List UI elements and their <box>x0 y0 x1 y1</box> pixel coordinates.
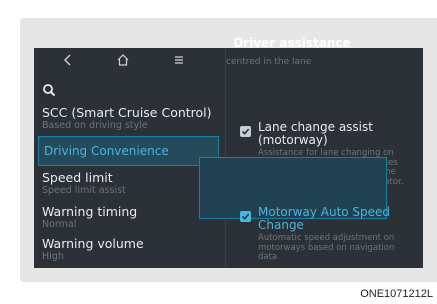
list-item-warning-timing[interactable]: Warning timing Normal <box>42 204 224 231</box>
menu-icon[interactable] <box>172 52 186 66</box>
list-item-title: Warning timing <box>42 204 138 219</box>
motorway-auto-speed-checkbox[interactable] <box>240 211 251 222</box>
panel-text-fragment: centred in the lane <box>226 57 312 67</box>
figure-code: ONE1071212L <box>360 288 433 300</box>
list-item-title: SCC (Smart Cruise Control) <box>42 105 212 120</box>
list-item-subtitle: Speed limit assist <box>42 185 126 196</box>
list-item-speed-limit[interactable]: Speed limit Speed limit assist <box>42 170 224 197</box>
option-description: Automatic speed adjustment on motorways … <box>258 233 395 262</box>
list-item-title: Driving Convenience <box>44 144 169 158</box>
list-item-title: Speed limit <box>42 170 113 185</box>
list-item-title: Warning volume <box>42 236 144 251</box>
back-icon[interactable] <box>61 52 75 66</box>
list-item-subtitle: High <box>42 251 64 262</box>
list-item-subtitle: Based on driving style <box>42 120 148 131</box>
home-icon[interactable] <box>116 52 130 66</box>
option-title: Lane change assist (motorway) <box>258 120 373 147</box>
list-item-subtitle: Normal <box>42 219 77 230</box>
list-item-driving-convenience[interactable]: Driving Convenience <box>38 136 219 166</box>
panel-title: Driver assistance <box>233 36 351 50</box>
search-icon[interactable] <box>42 82 56 97</box>
option-motorway-auto-speed[interactable]: Motorway Auto Speed Change Automatic spe… <box>258 206 414 263</box>
option-title: Motorway Auto Speed Change <box>258 205 391 232</box>
lane-change-assist-checkbox[interactable] <box>240 126 251 137</box>
list-item-scc[interactable]: SCC (Smart Cruise Control) Based on driv… <box>42 105 224 132</box>
list-item-warning-volume[interactable]: Warning volume High <box>42 236 224 263</box>
